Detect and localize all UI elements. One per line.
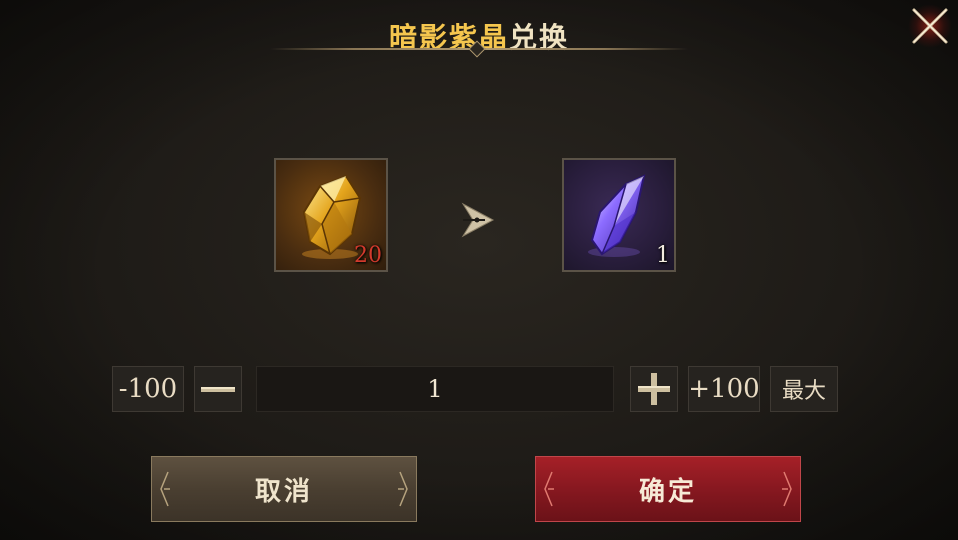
confirm-button[interactable]: 确定 — [535, 456, 801, 522]
target-item-slot[interactable]: 1 — [562, 158, 676, 272]
source-item-count: 20 — [354, 243, 382, 268]
quantity-input[interactable]: 1 — [256, 366, 614, 412]
dialog-header: 暗影紫晶兑换 — [0, 10, 958, 70]
exchange-arrow-icon — [461, 202, 495, 238]
right-ornament-icon — [398, 471, 408, 507]
close-button[interactable] — [908, 4, 952, 48]
cancel-button[interactable]: 取消 — [151, 456, 417, 522]
source-item-slot[interactable]: 20 — [274, 158, 388, 272]
confirm-button-label: 确定 — [638, 476, 697, 507]
left-ornament-icon — [544, 471, 554, 507]
cancel-button-label: 取消 — [254, 476, 313, 507]
minus-icon — [201, 387, 235, 392]
violet-crystal-icon — [588, 174, 646, 257]
minus-100-button[interactable]: -100 — [112, 366, 184, 412]
background-vignette — [0, 0, 958, 540]
target-item-count: 1 — [656, 243, 670, 268]
left-ornament-icon — [160, 471, 170, 507]
max-button[interactable]: 最大 — [770, 366, 838, 412]
plus-100-button[interactable]: +100 — [688, 366, 760, 412]
decrement-button[interactable] — [194, 366, 242, 412]
plus-icon — [638, 373, 670, 405]
close-icon — [912, 8, 948, 44]
increment-button[interactable] — [630, 366, 678, 412]
right-ornament-icon — [782, 471, 792, 507]
